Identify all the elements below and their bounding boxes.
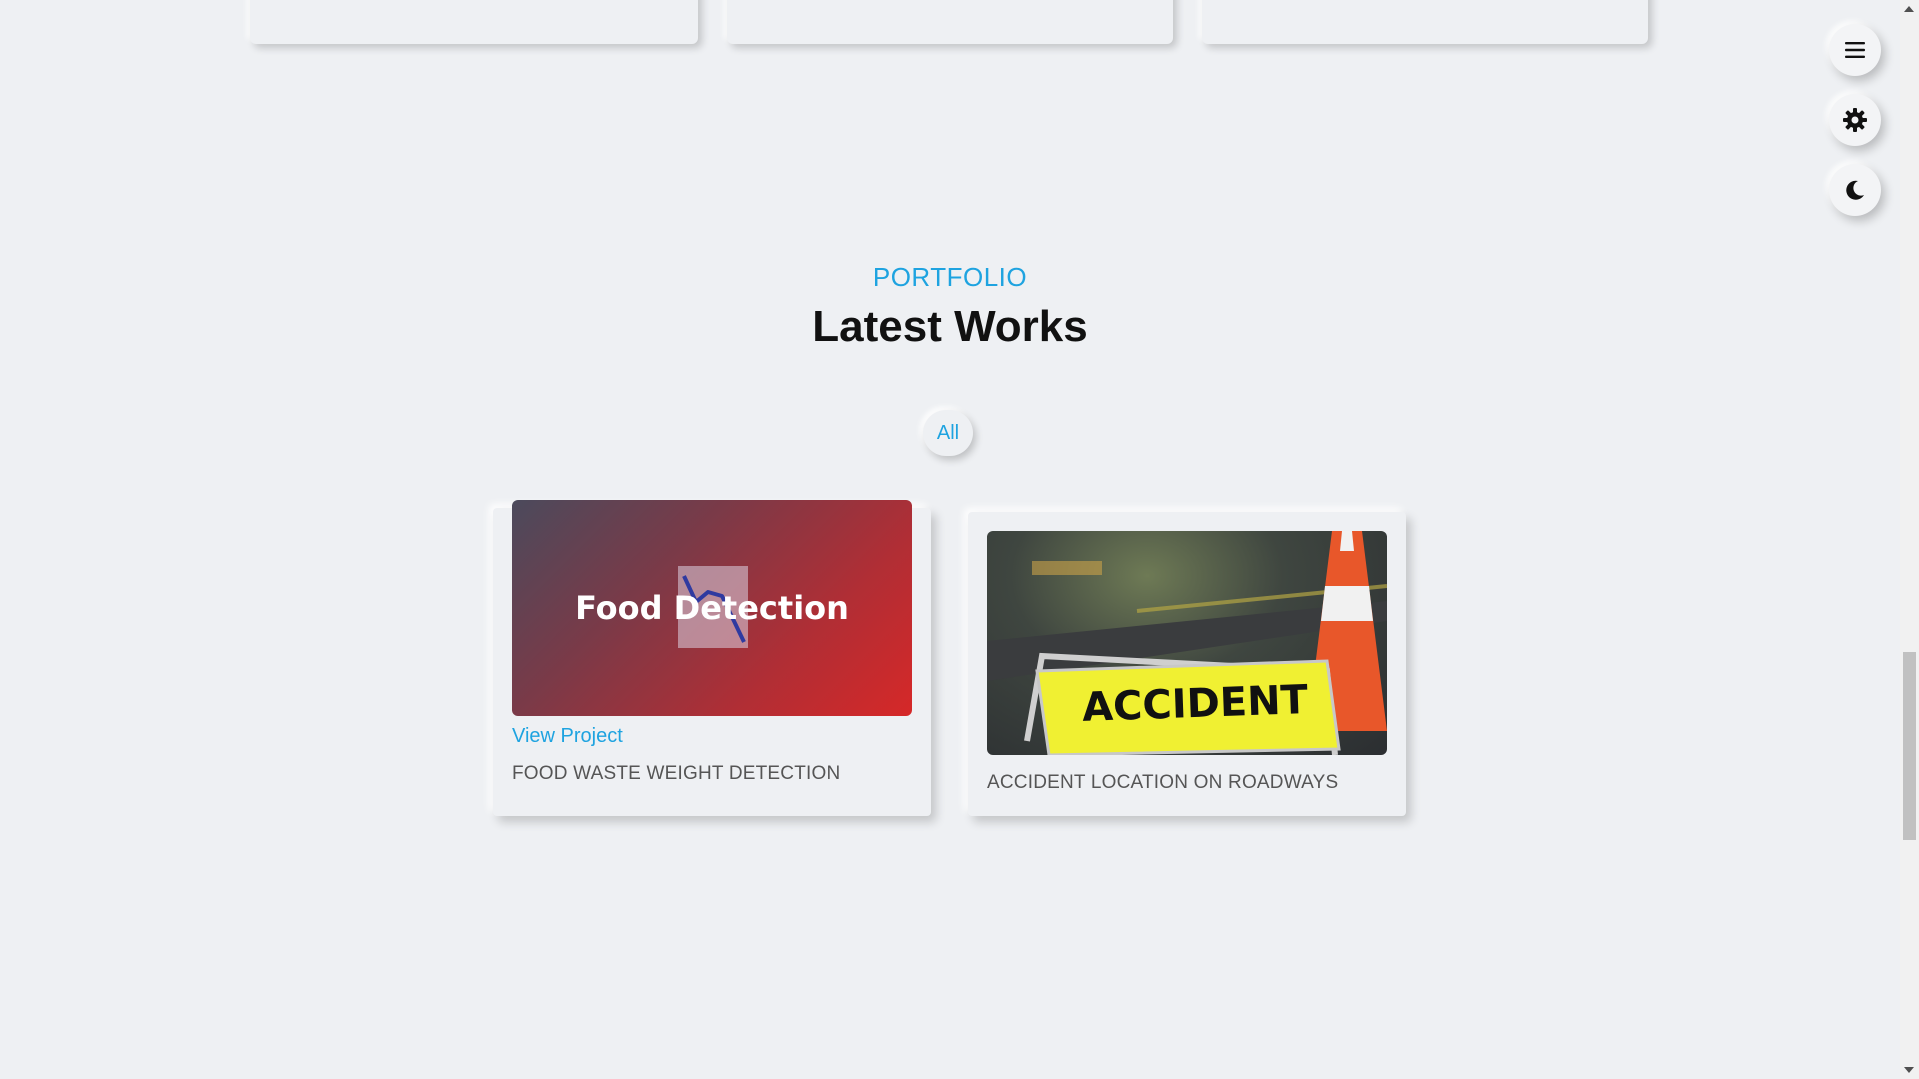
theme-toggle-button[interactable] xyxy=(1829,164,1881,216)
filter-all-button[interactable]: All xyxy=(923,410,973,456)
thumbnail-title: Food Detection xyxy=(575,589,849,627)
project-caption: ACCIDENT LOCATION ON ROADWAYS xyxy=(987,772,1339,793)
hamburger-icon xyxy=(1844,41,1866,59)
sign-text: ACCIDENT xyxy=(1081,677,1309,731)
service-card xyxy=(250,0,698,44)
settings-button[interactable] xyxy=(1829,94,1881,146)
project-thumbnail[interactable]: ACCIDENT xyxy=(987,531,1387,755)
gear-icon xyxy=(1842,107,1868,133)
scroll-up-icon[interactable] xyxy=(1904,6,1914,12)
menu-button[interactable] xyxy=(1829,24,1881,76)
service-card xyxy=(727,0,1173,44)
scrollbar[interactable] xyxy=(1900,0,1919,1079)
section-title: Latest Works xyxy=(812,302,1088,351)
moon-icon xyxy=(1844,179,1866,201)
page: PORTFOLIO Latest Works All Food Detectio… xyxy=(0,0,1919,1079)
section-subtitle: PORTFOLIO xyxy=(872,262,1028,292)
service-card xyxy=(1202,0,1648,44)
project-caption: FOOD WASTE WEIGHT DETECTION xyxy=(512,763,841,784)
project-thumbnail[interactable]: Food Detection xyxy=(512,500,912,716)
scroll-down-icon[interactable] xyxy=(1904,1067,1914,1073)
view-project-link[interactable]: View Project xyxy=(512,725,623,748)
scroll-thumb[interactable] xyxy=(1903,652,1916,840)
